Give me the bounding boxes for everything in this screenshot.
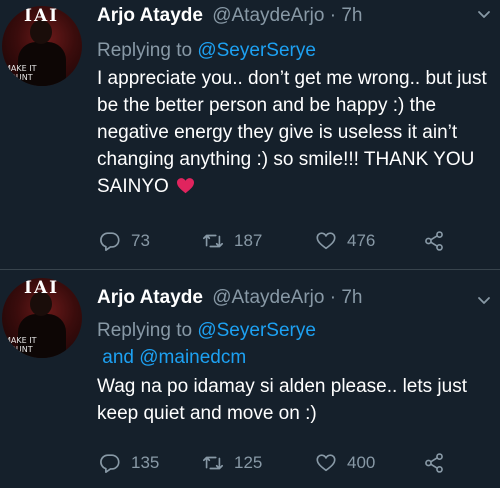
tweet[interactable]: IAI MAKE IT COUNT Arjo Atayde @AtaydeArj… [0,270,500,488]
retweet-button[interactable]: 187 [202,228,262,254]
red-heart-emoji-icon [177,178,195,194]
chevron-down-icon[interactable] [477,10,491,20]
heart-icon [316,454,336,472]
reply-icon [100,454,120,473]
heart-icon [316,232,336,250]
chevron-down-icon[interactable] [477,296,491,306]
reply-button[interactable]: 135 [99,450,159,476]
share-button[interactable] [423,450,445,476]
tweet-time[interactable]: 7h [341,5,362,26]
tweet-text-content: I appreciate you.. don’t get me wrong.. … [97,68,487,197]
user-handle[interactable]: @AtaydeArjo [212,5,324,26]
dot-separator: · [329,5,337,26]
reply-icon [100,232,120,251]
display-name[interactable]: Arjo Atayde [97,5,203,26]
reply-count: 73 [131,231,150,250]
replying-to-label: Replying to [97,40,198,61]
mention-link[interactable]: @SeyerSerye [197,40,316,61]
display-name[interactable]: Arjo Atayde [97,287,203,308]
retweet-count: 125 [234,453,263,472]
avatar[interactable]: IAI MAKE IT COUNT [2,6,82,86]
replying-to-label: Replying to [97,320,198,341]
avatar-caption-text: MAKE IT COUNT [4,336,37,354]
retweet-button[interactable]: 125 [202,450,262,476]
like-button[interactable]: 476 [315,228,375,254]
replying-to: Replying to @SeyerSerye [97,37,316,64]
like-count: 476 [347,231,376,250]
avatar-caption-text: MAKE IT COUNT [4,64,37,82]
share-icon [425,231,443,251]
user-handle[interactable]: @AtaydeArjo [212,287,324,308]
like-button[interactable]: 400 [315,450,375,476]
reply-button[interactable]: 73 [99,228,150,254]
dot-separator: · [329,287,337,308]
tweet-text-content: Wag na po idamay si alden please.. lets … [97,376,467,424]
share-button[interactable] [423,228,445,254]
replying-to: Replying to @SeyerSerye and @mainedcm [97,317,397,371]
avatar-logo-text: IAI [24,6,60,26]
avatar-logo-text: IAI [24,278,60,298]
mention-link[interactable]: @SeyerSerye [197,320,316,341]
retweet-icon [203,234,223,248]
tweet-header: Arjo Atayde @AtaydeArjo · 7h [97,286,362,310]
tweet-actions: 73 187 476 [97,228,497,254]
tweet[interactable]: IAI MAKE IT COUNT Arjo Atayde @AtaydeArj… [0,0,500,270]
retweet-count: 187 [234,231,263,250]
reply-count: 135 [131,453,160,472]
share-icon [425,453,443,473]
tweet-text: Wag na po idamay si alden please.. lets … [97,373,492,427]
mention-link[interactable]: @mainedcm [139,347,246,368]
retweet-icon [203,456,223,470]
mention-joiner: and [97,347,140,368]
avatar[interactable]: IAI MAKE IT COUNT [2,278,82,358]
tweet-time[interactable]: 7h [341,287,362,308]
like-count: 400 [347,453,376,472]
tweet-actions: 135 125 400 [97,450,497,476]
tweet-text: I appreciate you.. don’t get me wrong.. … [97,65,492,200]
tweet-header: Arjo Atayde @AtaydeArjo · 7h [97,4,362,28]
